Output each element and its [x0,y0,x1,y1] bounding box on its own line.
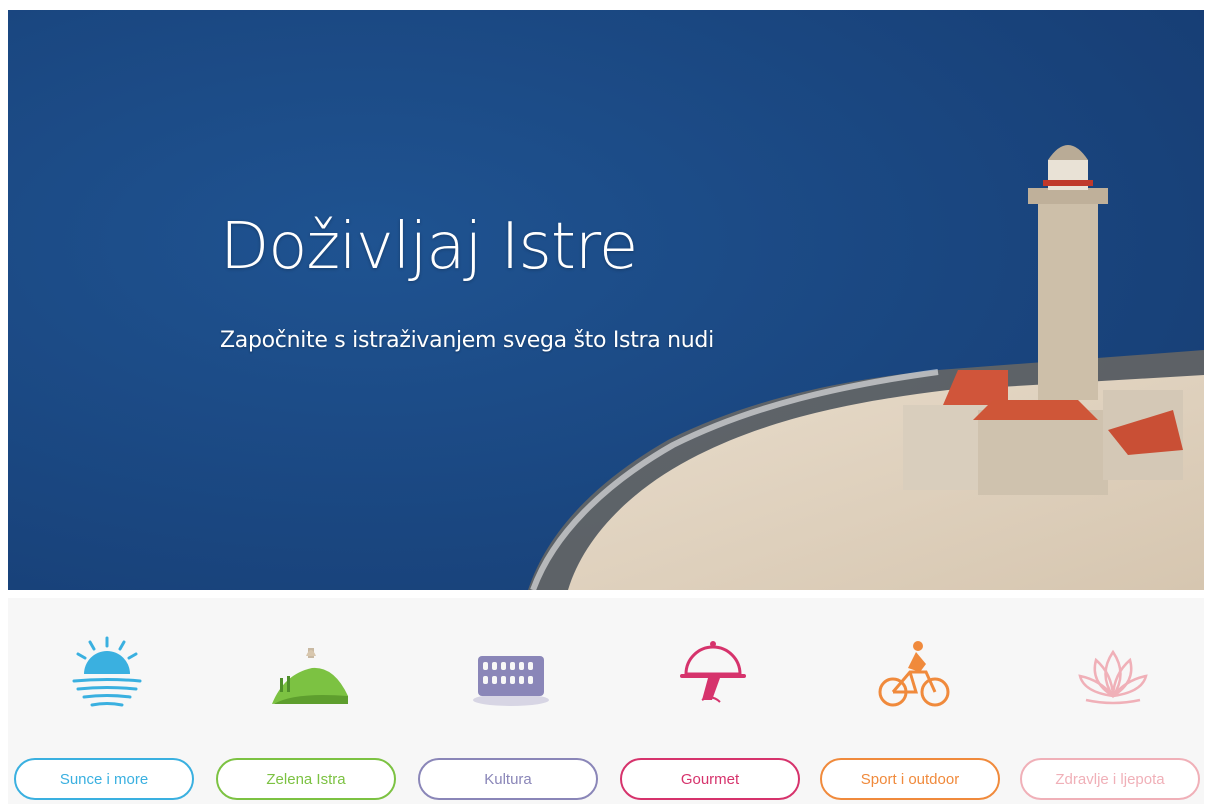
hero-title: Doživljaj Istre [220,210,638,284]
culture-label: Kultura [484,770,532,788]
category-green: Zelena Istra [216,598,402,804]
category-health: Zdravlje i ljepota [1020,598,1206,804]
green-istria-label: Zelena Istra [266,770,346,788]
culture-button[interactable]: Kultura [418,758,598,800]
gourmet-label: Gourmet [680,770,740,788]
sun-sea-label: Sunce i more [59,770,149,788]
sport-outdoor-button[interactable]: Sport i outdoor [820,758,1000,800]
lighthouse-photo [8,10,1204,590]
cyclist-icon [878,641,950,707]
hero-banner: Doživljaj Istre Započnite s istraživanje… [8,10,1204,590]
colosseum-icon [473,656,549,706]
category-sport: Sport i outdoor [820,598,1006,804]
category-gourmet: Gourmet [620,598,806,804]
green-hill-icon [272,648,348,704]
gourmet-button[interactable]: Gourmet [620,758,800,800]
green-istria-button[interactable]: Zelena Istra [216,758,396,800]
health-beauty-button[interactable]: Zdravlje i ljepota [1020,758,1200,800]
cloche-icon [680,641,746,703]
sport-outdoor-label: Sport i outdoor [860,770,960,788]
lotus-icon [1078,649,1148,705]
category-culture: Kultura [418,598,604,804]
health-beauty-label: Zdravlje i ljepota [1055,770,1165,788]
category-sun-sea: Sunce i more [14,598,200,804]
sun-sea-button[interactable]: Sunce i more [14,758,194,800]
sun-sea-icon [72,636,142,707]
category-bar: Sunce i more Zelena Istra Kultura Gourme… [8,598,1204,804]
hero-subtitle: Započnite s istraživanjem svega što Istr… [220,328,714,353]
